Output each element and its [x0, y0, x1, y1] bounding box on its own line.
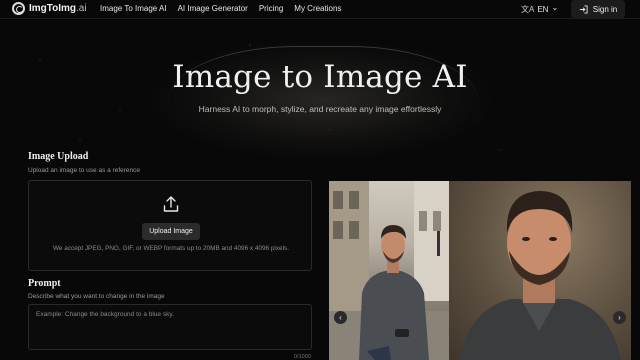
- brand-name: ImgToImg.ai: [29, 3, 87, 14]
- brand-name-bold: ImgToImg: [29, 3, 77, 14]
- brand-name-suffix: .ai: [76, 3, 87, 14]
- prompt-section-description: Describe what you want to change in the …: [28, 293, 165, 300]
- chevron-down-icon: ⌄: [551, 3, 559, 12]
- example-comparison-carousel: ‹ ›: [329, 181, 631, 360]
- upload-image-button[interactable]: Upload Image: [142, 223, 200, 240]
- chevron-right-icon: ›: [618, 313, 621, 322]
- nav-link-ai-image-generator[interactable]: AI Image Generator: [178, 4, 248, 13]
- street-portrait-illustration: [329, 181, 449, 360]
- page-subtitle: Harness AI to morph, stylize, and recrea…: [198, 104, 442, 114]
- language-selector[interactable]: 文A EN ⌄: [521, 3, 559, 15]
- portrait-illustration: [459, 191, 621, 360]
- upload-format-note: We accept JPEG, PNG, GIF, or WEBP format…: [53, 245, 289, 252]
- generated-example-image: [449, 181, 631, 360]
- prompt-char-count: 0/1000: [294, 354, 311, 360]
- page-title: Image to Image AI: [172, 59, 468, 95]
- carousel-prev-button[interactable]: ‹: [334, 311, 347, 324]
- upload-section-title: Image Upload: [28, 151, 89, 162]
- translate-icon: 文A: [521, 5, 535, 14]
- carousel-next-button[interactable]: ›: [613, 311, 626, 324]
- nav-links: Image To Image AI AI Image Generator Pri…: [100, 4, 341, 13]
- top-navbar: ImgToImg.ai Image To Image AI AI Image G…: [0, 0, 640, 19]
- prompt-section-title: Prompt: [28, 278, 61, 289]
- prompt-input[interactable]: [28, 304, 312, 350]
- nav-link-pricing[interactable]: Pricing: [259, 4, 283, 13]
- brand-logo[interactable]: ImgToImg.ai: [12, 2, 87, 15]
- logo-swirl-icon: [12, 2, 25, 15]
- upload-section-description: Upload an image to use as a reference: [28, 167, 141, 174]
- nav-link-image-to-image[interactable]: Image To Image AI: [100, 4, 167, 13]
- nav-link-my-creations[interactable]: My Creations: [294, 4, 341, 13]
- login-arrow-icon: [579, 4, 588, 14]
- language-label: EN: [537, 5, 549, 14]
- upload-icon: [163, 196, 179, 212]
- upload-dropzone[interactable]: Upload Image We accept JPEG, PNG, GIF, o…: [28, 180, 312, 271]
- sign-in-label: Sign in: [592, 4, 618, 14]
- original-example-image: [329, 181, 449, 360]
- chevron-left-icon: ‹: [339, 313, 342, 322]
- sign-in-button[interactable]: Sign in: [571, 0, 625, 18]
